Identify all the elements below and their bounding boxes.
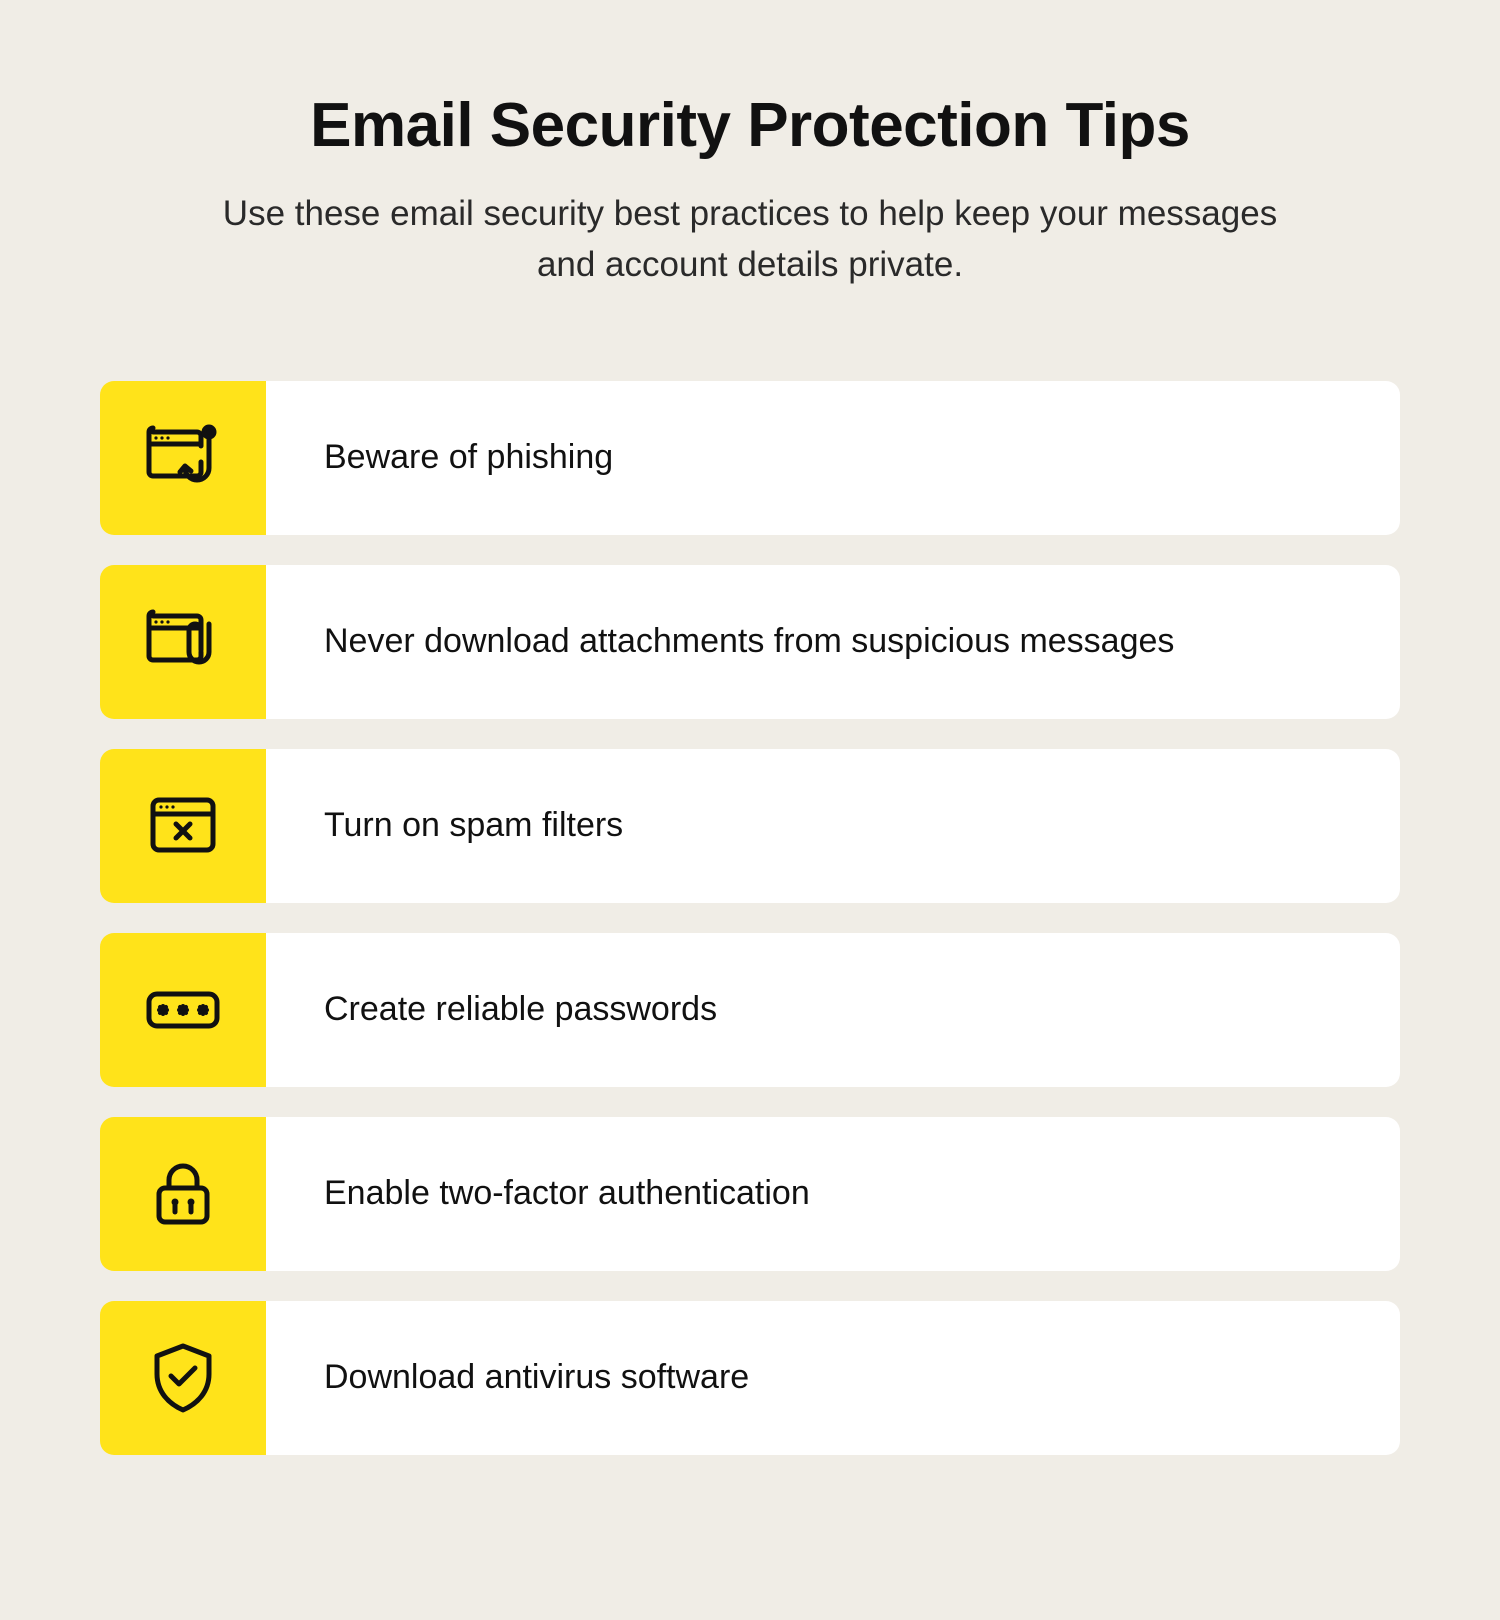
tip-icon-box (100, 933, 266, 1087)
tips-list: Beware of phishing Never download attach… (100, 381, 1400, 1455)
tip-icon-box (100, 565, 266, 719)
tip-icon-box (100, 1117, 266, 1271)
tip-label: Never download attachments from suspicio… (266, 565, 1400, 719)
page-subtitle: Use these email security best practices … (200, 189, 1300, 291)
tip-icon-box (100, 749, 266, 903)
tip-label: Download antivirus software (266, 1301, 1400, 1455)
tip-row: Create reliable passwords (100, 933, 1400, 1087)
page-title: Email Security Protection Tips (100, 90, 1400, 161)
shield-check-icon (143, 1338, 223, 1418)
tip-row: Download antivirus software (100, 1301, 1400, 1455)
tip-label: Create reliable passwords (266, 933, 1400, 1087)
tip-row: Never download attachments from suspicio… (100, 565, 1400, 719)
tip-row: Beware of phishing (100, 381, 1400, 535)
spam-window-icon (143, 786, 223, 866)
header: Email Security Protection Tips Use these… (100, 90, 1400, 291)
tip-row: Enable two-factor authentication (100, 1117, 1400, 1271)
tip-label: Beware of phishing (266, 381, 1400, 535)
lock-2fa-icon (143, 1154, 223, 1234)
attachment-window-icon (143, 602, 223, 682)
tip-icon-box (100, 1301, 266, 1455)
tip-row: Turn on spam filters (100, 749, 1400, 903)
password-field-icon (143, 970, 223, 1050)
tip-label: Turn on spam filters (266, 749, 1400, 903)
phishing-hook-icon (143, 418, 223, 498)
tip-icon-box (100, 381, 266, 535)
tip-label: Enable two-factor authentication (266, 1117, 1400, 1271)
